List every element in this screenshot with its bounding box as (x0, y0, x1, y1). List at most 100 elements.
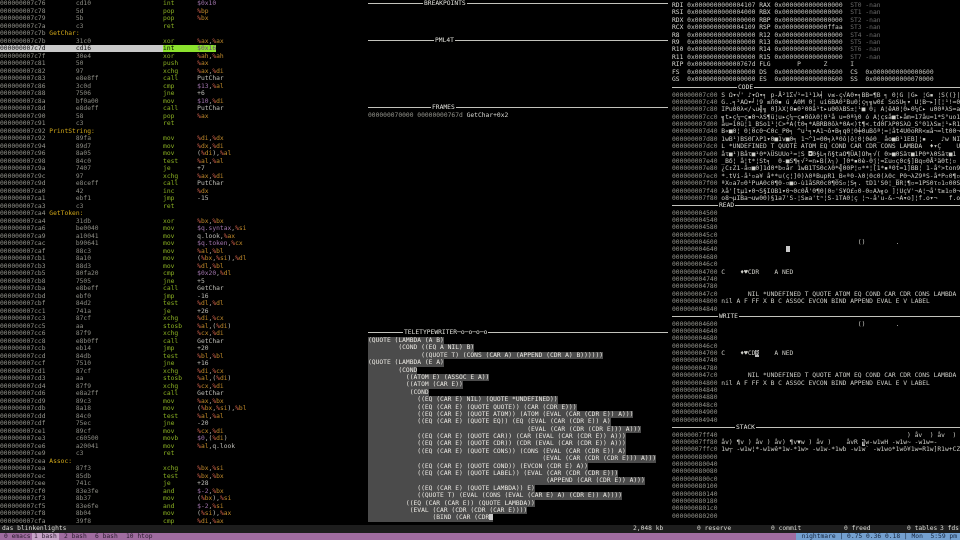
disasm-row[interactable]: 000000007cc3 87cf xchg %di,%cx (0, 315, 318, 323)
disasm-row[interactable]: 000000007cc8 e8b0ff call GetChar (0, 338, 318, 346)
disasm-row[interactable]: 000000007c91 c3 ret (0, 120, 318, 128)
disasm-row[interactable]: 000000007caf 88c3 mov %al,%bl (0, 248, 318, 256)
disasm-row[interactable]: 000000007cc5 aa stosb %al,(%di) (0, 323, 318, 331)
disasm-row[interactable]: 000000007cd9 89c3 mov %ax,%bx (0, 398, 318, 406)
disasm-row[interactable]: 000000007c96 8a05 mov (%di),%al (0, 150, 318, 158)
disasm-row[interactable]: 000000007cd4 87f9 xchg %cx,%di (0, 383, 318, 391)
frame-entry[interactable]: 000000070000 00000000767d GetChar+0x2 (368, 112, 508, 119)
register-row: RCX 0x0000000000004109 RSP 0x00000000000… (672, 24, 881, 32)
disasm-label-row[interactable]: 000000007cea Assoc: (0, 458, 318, 466)
tty-line: ((EQ (CAR E) (QUOTE COND)) (EVCON (CDR E… (368, 462, 588, 471)
disasm-row[interactable]: 000000007c9a 7407 je +7 (0, 165, 318, 173)
taskbar-window-10-htop[interactable]: 10 htop (124, 533, 155, 540)
disasm-row[interactable]: 000000007ca4 31db xor %bx,%bx (0, 218, 318, 226)
disasm-label-row[interactable]: 000000007c7b GetChar: (0, 30, 318, 38)
disasm-row[interactable]: 000000007ca3 c3 ret (0, 203, 318, 211)
disasm-row[interactable]: 000000007ccb eb14 jmp +20 (0, 345, 318, 353)
disasm-label-row[interactable]: 000000007ca4 GetToken: (0, 210, 318, 218)
disasm-row[interactable]: 000000007c98 84c0 test %al,%al (0, 158, 318, 166)
disasm-row[interactable]: 000000007ccd 84db test %bl,%bl (0, 353, 318, 361)
stack-row: 0000000801c0 (672, 505, 722, 513)
disasm-row[interactable]: 000000007c94 89d7 mov %dx,%di (0, 143, 318, 151)
disasm-row[interactable]: 000000007c83 e8e8ff call PutChar (0, 75, 318, 83)
taskbar-window-2-bash[interactable]: 2 bash (62, 533, 89, 540)
disasm-row[interactable]: 000000007cc6 87f9 xchg %cx,%di (0, 330, 318, 338)
read-row: 000000004780 (672, 283, 722, 291)
disasm-row[interactable]: 000000007cdf 75ec jne -20 (0, 420, 318, 428)
disasm-row[interactable]: 000000007c8d e8deff call PutChar (0, 105, 318, 113)
disasm-row[interactable]: 000000007c78 5d pop %bp (0, 8, 318, 16)
disasm-row[interactable]: 000000007ccf 7510 jne +16 (0, 360, 318, 368)
disasm-row[interactable]: 000000007cba e8beff call GetChar (0, 285, 318, 293)
disasm-row[interactable]: 000000007c86 3c0d cmp $13,%al (0, 83, 318, 91)
disasm-row[interactable]: 000000007cf5 83e6fe and $-2,%si (0, 503, 318, 511)
write-row: 000000004640 (672, 327, 722, 335)
disasm-row[interactable]: 000000007c81 50 push %ax (0, 60, 318, 68)
disasm-row[interactable]: 000000007cbf 84d2 test %dl,%dl (0, 300, 318, 308)
disassembly-panel[interactable]: 000000007c76 cd10 int $0x10 000000007c78 … (0, 0, 318, 525)
disasm-row[interactable]: 000000007c76 cd10 int $0x10 (0, 0, 318, 8)
stat-commit: 0 commit (771, 525, 802, 532)
disasm-row[interactable]: 000000007c7a c3 ret (0, 23, 318, 31)
register-row: RDI 0x0000000000004107 RAX 0x00000000000… (672, 2, 881, 9)
disasm-row[interactable]: 000000007cf3 8b37 mov (%bx),%si (0, 495, 318, 503)
disasm-row[interactable]: 000000007c88 7506 jne +6 (0, 90, 318, 98)
disasm-row[interactable]: 000000007ca1 ebf1 jmp -15 (0, 195, 318, 203)
disasm-row[interactable]: 000000007cd3 aa stosb %al,(%di) (0, 375, 318, 383)
disasm-row[interactable]: 000000007cf8 8b04 mov (%si),%ax (0, 510, 318, 518)
code-memory-dump[interactable]: 000000007c00 S Ω▾√' ♪▾Ω▾╕ p-Å²1Σ√¹=1¹1λ╡… (672, 92, 960, 203)
disasm-row[interactable]: 000000007c90 58 pop %ax (0, 113, 318, 121)
read-row: 000000004680 (672, 253, 722, 261)
stack-memory-panel[interactable]: 00000007ff40 ) åv ) åv ) 00000007ff80 åv)… (672, 432, 960, 521)
disasm-row[interactable]: 000000007c8a bf0a00 mov $10,%di (0, 98, 318, 106)
taskbar-window-6-bash[interactable]: 6 bash (93, 533, 120, 540)
disasm-row[interactable]: 000000007ca0 42 inc %dx (0, 188, 318, 196)
disasm-row[interactable]: 000000007cac b90641 mov $q.token,%cx (0, 240, 318, 248)
read-row: 000000004700 C ♦♥CDR A NED (672, 268, 794, 276)
disasm-row[interactable]: 000000007ce6 a20041 mov %al,q.look (0, 443, 318, 451)
taskbar-host-clock: nightmare | 0.75 0.36 0.18 | Mon 5:59 pm (795, 533, 960, 540)
disasm-row[interactable]: 000000007cf0 83e3fe and $-2,%bx (0, 488, 318, 496)
disasm-row[interactable]: 000000007c7b 31c0 xor %ax,%ax (0, 38, 318, 46)
register-row: RDX 0x0000000000000000 RBP 0x00000000000… (672, 16, 881, 24)
disasm-row[interactable]: 000000007cb1 8a10 mov (%bx,%si),%dl (0, 255, 318, 263)
teletypewriter-output[interactable]: (QUOTE (LAMBDA (A B) (COND ((EQ A NIL) B… (368, 337, 657, 522)
disasm-row[interactable]: 000000007cee 741c je +28 (0, 480, 318, 488)
disasm-row[interactable]: 000000007cdb 8a18 mov (%bx,%si),%bl (0, 405, 318, 413)
disasm-row[interactable]: 000000007cc1 741a je +26 (0, 308, 318, 316)
disasm-row[interactable]: 000000007c79 5b pop %bx (0, 15, 318, 23)
disasm-label-row[interactable]: 000000007c92 PrintString: (0, 128, 318, 136)
disasm-row[interactable]: 000000007c9c 97 xchg %ax,%di (0, 173, 318, 181)
disasm-row[interactable]: 000000007ca6 be0040 mov $q.syntax,%si (0, 225, 318, 233)
taskbar-window-1-bash[interactable]: 1 bash (32, 533, 59, 540)
write-row: 0000000047c0 NIL *UNDEFINED T QUOTE ATOM… (672, 372, 957, 380)
read-memory-panel[interactable]: 000000004500 000000004540 000000004580 0… (672, 210, 960, 313)
disasm-row[interactable]: 000000007cdd 84c0 test %al,%al (0, 413, 318, 421)
disasm-row[interactable]: 000000007cb3 88d3 mov %dl,%bl (0, 263, 318, 271)
disasm-row[interactable]: 000000007ca9 a10041 mov q.look,%ax (0, 233, 318, 241)
disasm-row[interactable]: 000000007c7f 30e4 xor %ah,%ah (0, 53, 318, 61)
disasm-row[interactable]: 000000007ce3 c60500 movb $0,(%di) (0, 435, 318, 443)
disasm-row[interactable]: 000000007cb5 80fa20 cmp $0x20,%dl (0, 270, 318, 278)
disasm-row[interactable]: 000000007ce9 c3 ret (0, 450, 318, 458)
disasm-row[interactable]: 000000007cd6 e8a2ff call GetChar (0, 390, 318, 398)
disasm-row[interactable]: 000000007cd1 87cf xchg %di,%cx (0, 368, 318, 376)
disasm-row[interactable]: 000000007cec 85db test %bx,%bx (0, 473, 318, 481)
write-memory-panel[interactable]: 000000004600 () . 000000004640 0000000046… (672, 321, 960, 424)
disasm-row[interactable]: 000000007cea 87f3 xchg %bx,%si (0, 465, 318, 473)
tty-line: (COND (368, 366, 418, 374)
disasm-row[interactable]: 000000007cbd ebf0 jmp -16 (0, 293, 318, 301)
tty-line: ((EQ (CAR E) (QUOTE LAMBDA)) E) (368, 484, 535, 493)
disasm-row[interactable]: 000000007c82 97 xchg %ax,%di (0, 68, 318, 76)
disasm-row[interactable]: 000000007cfa 39f8 cmp %di,%ax (0, 518, 318, 526)
code-dump-row: 000000007c80 IPu00λ</↘u╣╗ 0]λX¦0▪0²00å¹t… (672, 106, 960, 114)
tty-line: ((EQ (CAR E) (QUOTE EQ)) (EQ (EVAL (CAR … (368, 418, 611, 426)
disasm-row[interactable]: 000000007cb8 7505 jne +5 (0, 278, 318, 286)
disasm-row[interactable]: 000000007c9d e8ceff call PutChar (0, 180, 318, 188)
code-dump-row: 000000007c00 S Ω▾√' ♪▾Ω▾╕ p-Å²1Σ√¹=1¹1λ╡… (672, 91, 960, 99)
disasm-row[interactable]: 000000007ce1 89cf mov %cx,%di (0, 428, 318, 436)
disasm-row[interactable]: 000000007c7d cd16 int $0x16 (0, 45, 318, 53)
disasm-row[interactable]: 000000007c92 89fa mov %di,%dx (0, 135, 318, 143)
register-row: RSI 0x0000000000004000 RBX 0x00000000000… (672, 9, 881, 17)
taskbar-window-0-emacs[interactable]: 0 emacs (2, 533, 33, 540)
